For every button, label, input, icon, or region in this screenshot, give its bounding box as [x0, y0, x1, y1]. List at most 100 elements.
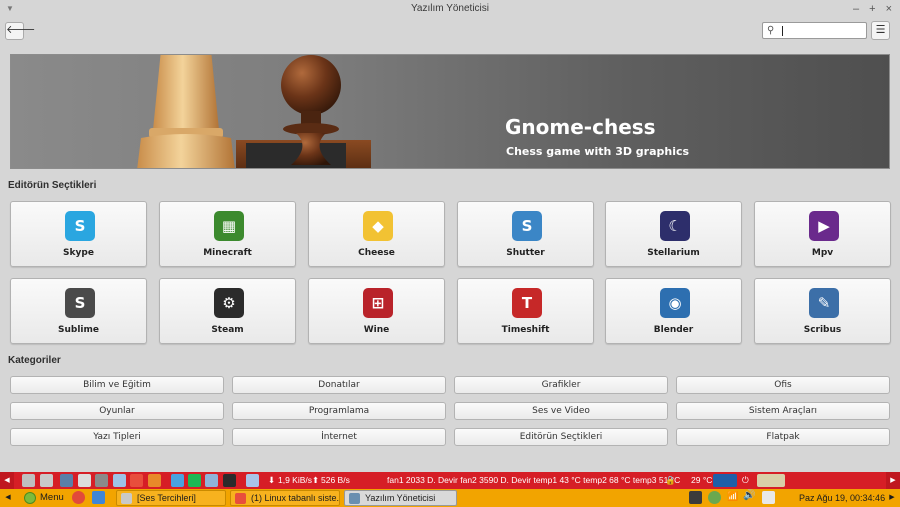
start-menu-button[interactable]: Menu: [22, 490, 64, 506]
taskbar-window-button[interactable]: [Ses Tercihleri]: [116, 490, 226, 506]
power-icon[interactable]: ⏻: [742, 472, 749, 489]
mpv-icon: ▶: [809, 211, 839, 241]
categories-heading: Kategoriler: [8, 355, 61, 366]
app-tile-timeshift[interactable]: T Timeshift: [457, 278, 594, 344]
dark-chess-piece-image: [281, 55, 341, 165]
launcher-chrome-icon[interactable]: [130, 474, 143, 487]
display-icon[interactable]: [689, 491, 702, 504]
toolbar: 🡐 ⚲ ☰: [0, 18, 900, 46]
app-tile-label: Steam: [211, 325, 244, 335]
app-tile-label: Timeshift: [501, 325, 550, 335]
app-tile-label: Shutter: [506, 248, 545, 258]
featured-banner[interactable]: Gnome-chess Chess game with 3D graphics: [10, 54, 890, 169]
bottom-panel-right-arrow-icon[interactable]: ▶: [884, 489, 900, 507]
minecraft-icon: ▦: [214, 211, 244, 241]
clock[interactable]: Paz Ağu 19, 00:34:46: [799, 489, 885, 507]
taskbar-window-label: (1) Linux tabanlı siste...: [251, 493, 340, 503]
category-button[interactable]: Donatılar: [232, 376, 446, 394]
text-cursor: [782, 26, 783, 36]
steam-icon: ⚙: [214, 288, 244, 318]
workspace-switcher[interactable]: [757, 474, 785, 487]
close-button[interactable]: ×: [886, 0, 892, 18]
app-tile-sublime[interactable]: S Sublime: [10, 278, 147, 344]
category-button[interactable]: Bilim ve Eğitim: [10, 376, 224, 394]
back-button[interactable]: 🡐: [5, 22, 36, 40]
net-down-icon: ⬇: [268, 475, 276, 485]
taskbar-window-button[interactable]: Yazılım Yöneticisi: [344, 490, 457, 506]
search-field[interactable]: ⚲: [762, 22, 867, 39]
category-button[interactable]: Editörün Seçtikleri: [454, 428, 668, 446]
main-menu-button[interactable]: ☰: [871, 21, 890, 40]
top-panel: ◀ ⬇ 1,9 KiB/s ⬆ 526 B/s fan1 2033 D. Dev…: [0, 472, 900, 489]
app-tile-mpv[interactable]: ▶ Mpv: [754, 201, 891, 267]
category-button[interactable]: İnternet: [232, 428, 446, 446]
window-menu-icon[interactable]: ▼: [6, 0, 14, 18]
bottom-panel: ◀ Menu [Ses Tercihleri] (1) Linux tabanlı…: [0, 489, 900, 507]
skype-icon: S: [65, 211, 95, 241]
lock-icon: 🔒: [665, 475, 676, 485]
category-button[interactable]: Yazı Tipleri: [10, 428, 224, 446]
launcher-calculator-icon[interactable]: [95, 474, 108, 487]
banner-title: Gnome-chess: [505, 115, 656, 139]
category-button[interactable]: Flatpak: [676, 428, 890, 446]
editors-picks-heading: Editörün Seçtikleri: [8, 180, 97, 191]
launcher-document-icon[interactable]: [78, 474, 91, 487]
taskbar-window-label: [Ses Tercihleri]: [137, 493, 196, 503]
app-tile-cheese[interactable]: ◆ Cheese: [308, 201, 445, 267]
category-button[interactable]: Ofis: [676, 376, 890, 394]
net-up-speed: 526 B/s: [321, 475, 350, 485]
category-button[interactable]: Ses ve Video: [454, 402, 668, 420]
volume-icon[interactable]: 🔊: [743, 490, 755, 501]
launcher-files-icon[interactable]: [22, 474, 35, 487]
taskbar-window-label: Yazılım Yöneticisi: [365, 493, 436, 503]
category-button[interactable]: Programlama: [232, 402, 446, 420]
maximize-button[interactable]: +: [869, 0, 875, 18]
app-tile-wine[interactable]: ⊞ Wine: [308, 278, 445, 344]
title-bar: ▼ Yazılım Yöneticisi – + ×: [0, 0, 900, 18]
mint-logo-icon: [24, 492, 36, 504]
scribus-icon: ✎: [809, 288, 839, 318]
taskbar-window-button[interactable]: (1) Linux tabanlı siste...: [230, 490, 340, 506]
launcher-spotify-icon[interactable]: [188, 474, 201, 487]
category-button[interactable]: Sistem Araçları: [676, 402, 890, 420]
app-tile-blender[interactable]: ◉ Blender: [605, 278, 742, 344]
launcher-console-icon[interactable]: [223, 474, 236, 487]
app-tile-label: Sublime: [58, 325, 99, 335]
hamburger-menu-icon: ☰: [875, 24, 886, 36]
chrome-icon: [235, 493, 246, 504]
temperature-readout: 29 °C: [691, 475, 713, 485]
banner-subtitle: Chess game with 3D graphics: [506, 145, 690, 158]
category-button[interactable]: Oyunlar: [10, 402, 224, 420]
show-desktop-icon[interactable]: [92, 491, 105, 504]
bottom-panel-left-arrow-icon[interactable]: ◀: [0, 489, 16, 507]
app-tile-shutter[interactable]: S Shutter: [457, 201, 594, 267]
search-input[interactable]: [784, 24, 864, 37]
app-tile-label: Skype: [63, 248, 94, 258]
launcher-home-icon[interactable]: [40, 474, 53, 487]
app-tile-stellarium[interactable]: ☾ Stellarium: [605, 201, 742, 267]
app-tile-scribus[interactable]: ✎ Scribus: [754, 278, 891, 344]
app-tile-steam[interactable]: ⚙ Steam: [159, 278, 296, 344]
shield-icon[interactable]: [708, 491, 721, 504]
launcher-terminal-icon[interactable]: [113, 474, 126, 487]
launcher-settings-icon[interactable]: [171, 474, 184, 487]
maps-icon[interactable]: [72, 491, 85, 504]
launcher-image-icon[interactable]: [205, 474, 218, 487]
notes-icon[interactable]: [762, 491, 775, 504]
blender-icon: ◉: [660, 288, 690, 318]
minimize-button[interactable]: –: [853, 0, 859, 18]
app-tile-label: Stellarium: [647, 248, 700, 258]
app-tile-label: Blender: [653, 325, 694, 335]
panel-scroll-left-icon[interactable]: ◀: [0, 472, 14, 489]
panel-scroll-right-icon[interactable]: ▶: [886, 472, 900, 489]
app-tile-skype[interactable]: S Skype: [10, 201, 147, 267]
app-tile-minecraft[interactable]: ▦ Minecraft: [159, 201, 296, 267]
launcher-stack-icon[interactable]: [60, 474, 73, 487]
launcher-firefox-icon[interactable]: [148, 474, 161, 487]
app-tile-label: Wine: [363, 325, 390, 335]
shutter-icon: S: [512, 211, 542, 241]
net-down-speed: 1,9 KiB/s: [278, 475, 313, 485]
category-button[interactable]: Grafikler: [454, 376, 668, 394]
network-signal-icon[interactable]: 📶: [727, 491, 738, 502]
sound-settings-icon: [121, 493, 132, 504]
